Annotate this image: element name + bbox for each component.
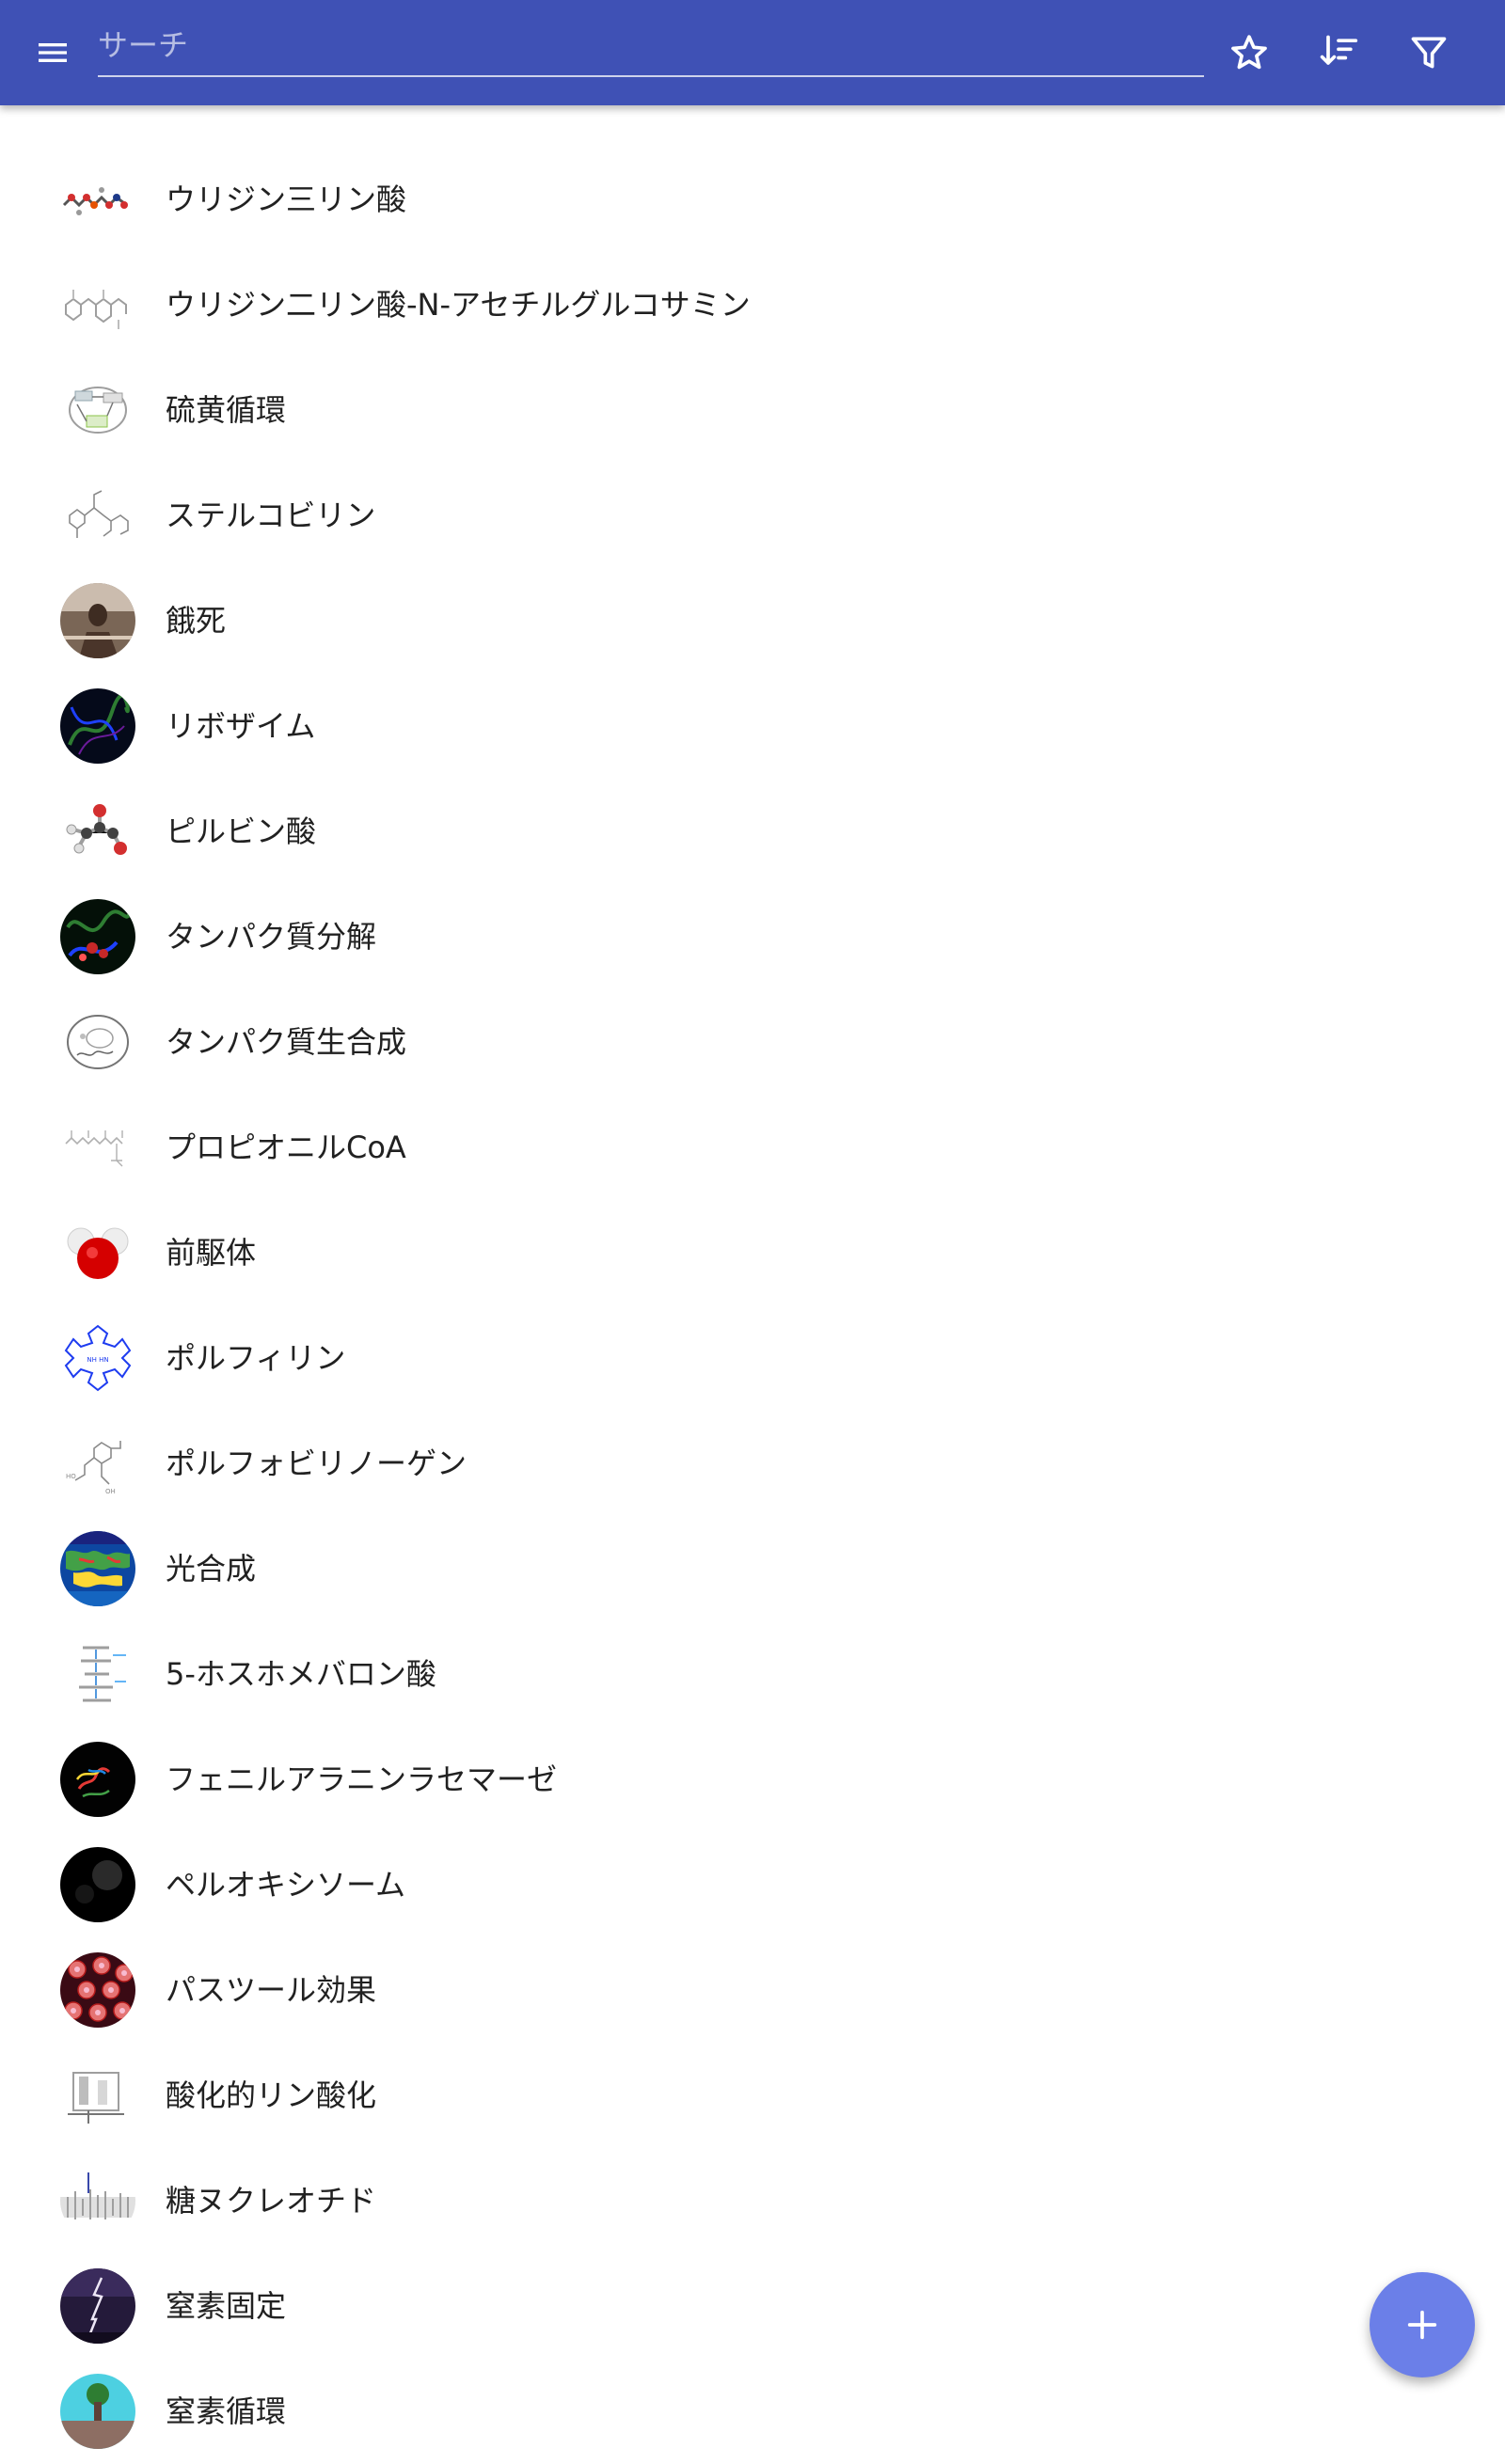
list-item[interactable]: 5-ホスホメバロン酸 <box>0 1621 1505 1727</box>
list-item[interactable]: 硫黄循環 <box>0 357 1505 463</box>
item-label: 窒素循環 <box>166 2393 287 2429</box>
molecule-skeleton-icon <box>60 162 135 237</box>
cell-diagram-icon <box>60 1004 135 1080</box>
item-label: パスツール効果 <box>166 1972 377 2008</box>
ball-and-stick-icon <box>60 794 135 869</box>
filter-button[interactable] <box>1391 15 1466 90</box>
article-list: ウリジン三リン酸 ウリジン二リン酸-N-アセチルグルコサミン 硫黄循環 ステルコ… <box>0 147 1505 2464</box>
item-label: ポルフィリン <box>166 1340 346 1376</box>
list-item[interactable]: 窒素固定 <box>0 2253 1505 2359</box>
space-filling-molecule-icon <box>60 1215 135 1290</box>
list-item[interactable]: ピルビン酸 <box>0 779 1505 884</box>
item-label: ピルビン酸 <box>166 813 317 849</box>
item-label: 糖ヌクレオチド <box>166 2183 377 2219</box>
list-item[interactable]: 糖ヌクレオチド <box>0 2148 1505 2253</box>
item-label: ウリジン二リン酸-N-アセチルグルコサミン <box>166 287 751 323</box>
svg-text:NH HN: NH HN <box>87 1356 108 1364</box>
blood-cells-icon <box>60 1952 135 2028</box>
list-item[interactable]: タンパク質分解 <box>0 884 1505 989</box>
svg-text:HO: HO <box>66 1473 76 1480</box>
filter-icon <box>1411 37 1447 69</box>
list-item[interactable]: プロピオニルCoA <box>0 1095 1505 1200</box>
structure-formula-icon: HO OH <box>60 1426 135 1501</box>
item-label: 餓死 <box>166 603 227 639</box>
cycle-diagram-icon <box>60 2374 135 2449</box>
item-label: 硫黄循環 <box>166 392 287 428</box>
item-label: プロピオニルCoA <box>166 1129 406 1165</box>
micrograph-icon <box>60 1847 135 1922</box>
list-item[interactable]: 餓死 <box>0 568 1505 673</box>
list-item[interactable]: ウリジン二リン酸-N-アセチルグルコサミン <box>0 252 1505 357</box>
porphyrin-ring-icon: NH HN <box>60 1320 135 1396</box>
pathway-diagram-icon <box>60 2058 135 2133</box>
list-item[interactable]: パスツール効果 <box>0 1937 1505 2043</box>
structure-formula-icon <box>60 478 135 553</box>
list-item[interactable]: NH HN ポルフィリン <box>0 1305 1505 1411</box>
item-label: フェニルアラニンラセマーゼ <box>166 1761 558 1797</box>
photo-icon <box>60 583 135 658</box>
lightning-photo-icon <box>60 2268 135 2344</box>
svg-text:OH: OH <box>105 1488 116 1495</box>
sort-icon <box>1320 35 1358 65</box>
list-item[interactable]: リボザイム <box>0 673 1505 779</box>
sort-button[interactable] <box>1301 15 1376 90</box>
global-map-icon <box>60 1531 135 1606</box>
molecule-skeleton-icon <box>60 267 135 342</box>
star-icon <box>1231 35 1267 70</box>
search-input[interactable] <box>98 17 1204 73</box>
item-label: 窒素固定 <box>166 2288 287 2324</box>
item-label: タンパク質分解 <box>166 919 377 955</box>
plus-icon <box>1407 2310 1437 2340</box>
protein-structure-icon <box>60 899 135 974</box>
list-item[interactable]: フェニルアラニンラセマーゼ <box>0 1727 1505 1832</box>
add-button[interactable] <box>1370 2272 1475 2377</box>
item-label: ステルコビリン <box>166 498 376 533</box>
cycle-diagram-icon <box>60 372 135 448</box>
item-label: タンパク質生合成 <box>166 1024 407 1060</box>
item-label: ペルオキシソーム <box>166 1867 406 1903</box>
list-item[interactable]: 窒素循環 <box>0 2359 1505 2464</box>
item-label: リボザイム <box>166 708 316 744</box>
item-label: 酸化的リン酸化 <box>166 2077 377 2113</box>
item-label: ポルフォビリノーゲン <box>166 1445 467 1481</box>
structure-formula-icon <box>60 1110 135 1185</box>
list-item[interactable]: ペルオキシソーム <box>0 1832 1505 1937</box>
favorites-button[interactable] <box>1212 15 1287 90</box>
menu-button[interactable] <box>15 15 90 90</box>
list-item[interactable]: 前駆体 <box>0 1200 1505 1305</box>
menu-icon <box>39 43 67 62</box>
list-item[interactable]: HO OH ポルフォビリノーゲン <box>0 1411 1505 1516</box>
item-label: 前駆体 <box>166 1235 257 1271</box>
search-field <box>98 17 1204 77</box>
item-label: ウリジン三リン酸 <box>166 182 407 217</box>
item-label: 5-ホスホメバロン酸 <box>166 1656 436 1692</box>
pathway-diagram-icon <box>60 1636 135 1712</box>
item-label: 光合成 <box>166 1551 257 1587</box>
list-item[interactable]: 酸化的リン酸化 <box>0 2043 1505 2148</box>
list-item[interactable]: タンパク質生合成 <box>0 989 1505 1095</box>
molecule-skeleton-icon <box>60 2163 135 2238</box>
list-item[interactable]: ウリジン三リン酸 <box>0 147 1505 252</box>
list-item[interactable]: ステルコビリン <box>0 463 1505 568</box>
app-bar <box>0 0 1505 105</box>
list-item[interactable]: 光合成 <box>0 1516 1505 1621</box>
ribbon-structure-icon <box>60 688 135 764</box>
protein-structure-icon <box>60 1742 135 1817</box>
